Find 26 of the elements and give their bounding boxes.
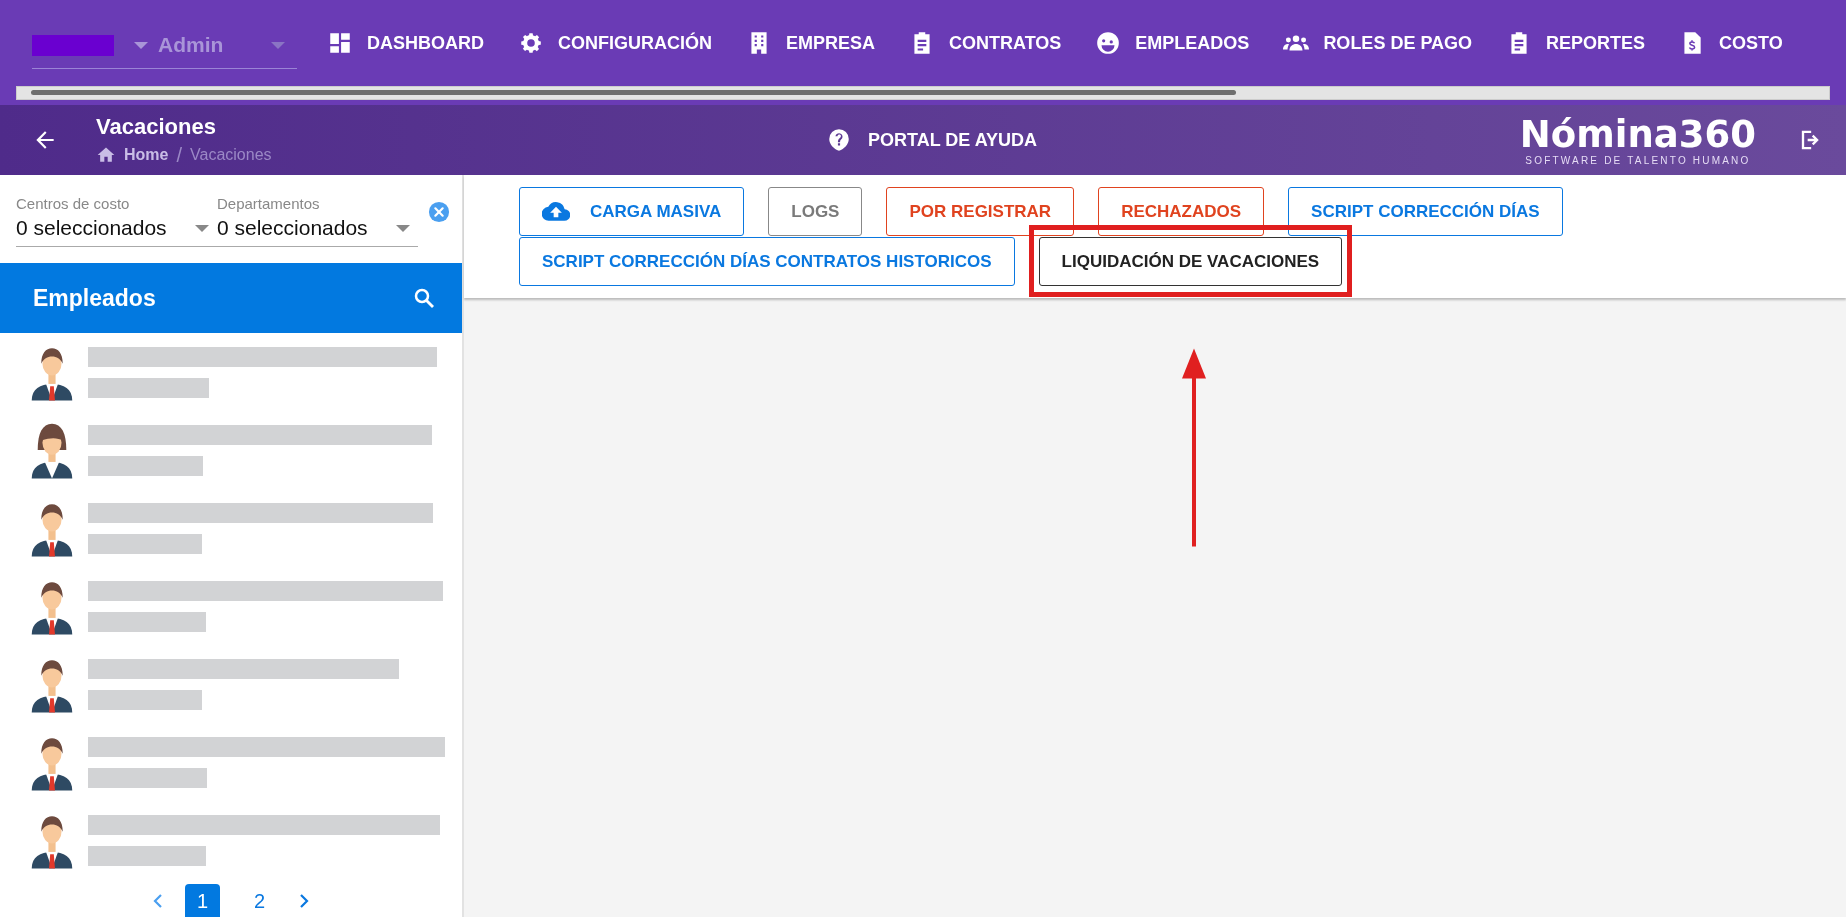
nav-item[interactable]: EMPRESA xyxy=(746,30,875,56)
breadcrumb-current: Vacaciones xyxy=(190,146,272,164)
nav-item[interactable]: EMPLEADOS xyxy=(1095,30,1250,56)
logo-tagline: SOFTWARE DE TALENTO HUMANO xyxy=(1525,154,1751,166)
page-button[interactable]: 2 xyxy=(242,884,278,917)
nav-item[interactable]: CONFIGURACIÓN xyxy=(518,30,712,56)
action-button[interactable]: SCRIPT CORRECCIÓN DÍAS CONTRATOS HISTORICOS xyxy=(519,237,1015,286)
nav-item[interactable]: CONTRATOS xyxy=(909,30,1062,56)
employees-title: Empleados xyxy=(33,284,156,312)
nav-item[interactable]: DASHBOARD xyxy=(327,30,484,56)
nav-item[interactable]: COSTO xyxy=(1679,30,1783,56)
page-button[interactable]: 1 xyxy=(184,884,220,917)
action-button[interactable]: POR REGISTRAR xyxy=(886,187,1075,236)
help-portal-link[interactable]: PORTAL DE AYUDA xyxy=(826,127,1038,153)
page-title: Vacaciones xyxy=(96,113,217,140)
action-button[interactable]: LOGS xyxy=(768,187,863,236)
nav-item[interactable]: REPORTES xyxy=(1506,30,1646,56)
logo-wordmark: Nómina360 xyxy=(1519,114,1756,155)
action-button[interactable]: SCRIPT CORRECCIÓN DÍAS xyxy=(1288,187,1563,236)
nav-item[interactable]: ROLES DE PAGO xyxy=(1283,30,1473,56)
action-button[interactable]: CARGA MASIVA xyxy=(519,187,745,236)
filter-select[interactable]: Departamentos 0 seleccionados xyxy=(217,195,418,240)
breadcrumb-separator: / xyxy=(176,143,182,167)
breadcrumb-link[interactable]: Home xyxy=(124,146,169,164)
filter-select[interactable]: Centros de costo 0 seleccionados xyxy=(16,195,217,240)
action-button[interactable]: LIQUIDACIÓN DE VACACIONES xyxy=(1038,237,1343,286)
